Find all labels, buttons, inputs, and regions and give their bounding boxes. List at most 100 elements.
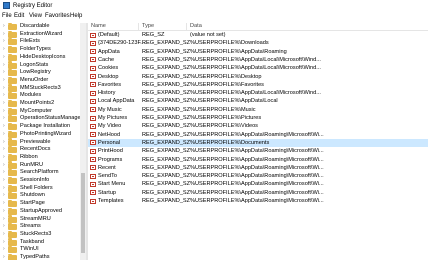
tree-item[interactable]: › Shell Folders [0, 184, 80, 193]
tree-item[interactable]: › Modules [0, 92, 80, 100]
tree-item[interactable]: › RecentDocs [0, 145, 80, 154]
tree-item[interactable]: › MMStuckRects3 [0, 84, 80, 93]
list-item[interactable]: Cookies REG_EXPAND_SZ %USERPROFILE%\AppDat… [88, 64, 434, 72]
list-item[interactable]: NetHood REG_EXPAND_SZ %USERPROFILE%\AppDat… [88, 131, 434, 139]
header-divider[interactable] [186, 23, 187, 30]
chevron-right-icon[interactable]: › [3, 69, 5, 75]
chevron-right-icon[interactable]: › [3, 123, 5, 129]
chevron-right-icon[interactable]: › [3, 192, 5, 198]
tree-item[interactable]: › MyComputer [0, 107, 80, 116]
chevron-right-icon[interactable]: › [3, 223, 5, 229]
header-type[interactable]: Type [142, 23, 154, 30]
chevron-right-icon[interactable]: › [3, 115, 5, 121]
list-item[interactable]: Programs REG_EXPAND_SZ %USERPROFILE%\AppDa… [88, 156, 434, 164]
tree-item[interactable]: › Previewable [0, 138, 80, 147]
list-item[interactable]: Recent REG_EXPAND_SZ %USERPROFILE%\AppData… [88, 164, 434, 172]
tree-item[interactable]: › Streams [0, 222, 80, 231]
list-item[interactable]: My Music REG_EXPAND_SZ %USERPROFILE%\Music [88, 106, 434, 114]
chevron-right-icon[interactable]: › [3, 85, 5, 91]
tree-item[interactable]: › TWinUI [0, 246, 80, 254]
tree-item[interactable]: › Ribbon [0, 153, 80, 162]
chevron-right-icon[interactable]: › [3, 46, 5, 52]
tree-item[interactable]: › TypedPaths [0, 253, 80, 260]
chevron-right-icon[interactable]: › [3, 54, 5, 60]
tree-item[interactable]: › StartupApproved [0, 207, 80, 216]
chevron-right-icon[interactable]: › [3, 62, 5, 68]
chevron-right-icon[interactable]: › [3, 154, 5, 160]
list-item[interactable]: Templates REG_EXPAND_SZ %USERPROFILE%\AppD… [88, 197, 434, 205]
registry-editor-icon [3, 2, 10, 9]
key-tree[interactable]: ›User Shell Folders›TypedPaths›TWinUI›Ta… [0, 23, 86, 260]
chevron-right-icon[interactable]: › [3, 131, 5, 137]
chevron-right-icon[interactable]: › [3, 139, 5, 145]
values-list[interactable]: Name Type Data (Default) REG_SZ (value not… [88, 23, 434, 260]
menu-help[interactable]: Help [70, 13, 82, 19]
list-item[interactable]: Local AppData REG_EXPAND_SZ %USERPROFILE%\… [88, 97, 434, 105]
list-item[interactable]: PrintHood REG_EXPAND_SZ %USERPROFILE%\AppD… [88, 147, 434, 155]
tree-item[interactable]: › MountPoints2 [0, 99, 80, 108]
chevron-right-icon[interactable]: › [3, 108, 5, 114]
tree-item[interactable]: › RunMRU [0, 161, 80, 170]
menu-favorites[interactable]: Favorites [45, 13, 70, 19]
list-item[interactable]: My Video REG_EXPAND_SZ %USERPROFILE%\Video… [88, 122, 434, 130]
tree-item[interactable]: › OperationStatusManager [0, 115, 83, 123]
tree-item[interactable]: › Taskband [0, 238, 80, 247]
chevron-right-icon[interactable]: › [3, 169, 5, 175]
header-divider[interactable] [138, 23, 139, 30]
tree-item[interactable]: › SearchPlatform [0, 169, 80, 177]
folder-icon [8, 169, 17, 177]
tree-item[interactable]: › HideDesktopIcons [0, 53, 80, 62]
tree-item[interactable]: › Shutdown [0, 192, 80, 200]
list-item[interactable]: Desktop REG_EXPAND_SZ %USERPROFILE%\Deskto… [88, 73, 434, 81]
chevron-right-icon[interactable]: › [3, 177, 5, 183]
chevron-right-icon[interactable]: › [3, 208, 5, 214]
tree-item[interactable]: › MenuOrder [0, 76, 80, 85]
tree-item[interactable]: › Package Installation [0, 122, 80, 131]
list-item[interactable]: Start Menu REG_EXPAND_SZ %USERPROFILE%\App… [88, 180, 434, 188]
list-item[interactable]: (Default) REG_SZ (value not set) [88, 31, 434, 39]
chevron-right-icon[interactable]: › [3, 216, 5, 222]
chevron-right-icon[interactable]: › [3, 162, 5, 168]
menu-view[interactable]: View [29, 13, 42, 19]
list-item[interactable]: History REG_EXPAND_SZ %USERPROFILE%\AppDat… [88, 89, 434, 97]
tree-item[interactable]: › StartPage [0, 199, 80, 208]
chevron-right-icon[interactable]: › [3, 38, 5, 44]
chevron-right-icon[interactable]: › [3, 146, 5, 152]
list-item[interactable]: {374DE290-123F... REG_EXPAND_SZ %USERPROFI… [88, 39, 434, 47]
tree-item[interactable]: › ExtractionWizard [0, 30, 80, 39]
tree-item[interactable]: › LowRegistry [0, 68, 80, 77]
list-item[interactable]: My Pictures REG_EXPAND_SZ %USERPROFILE%\Pi… [88, 114, 434, 122]
chevron-right-icon[interactable]: › [3, 77, 5, 83]
chevron-right-icon[interactable]: › [3, 31, 5, 37]
header-data[interactable]: Data [190, 23, 202, 30]
list-item[interactable]: Cache REG_EXPAND_SZ %USERPROFILE%\AppData\… [88, 56, 434, 64]
list-item[interactable]: Favorites REG_EXPAND_SZ %USERPROFILE%\Favo… [88, 81, 434, 89]
chevron-right-icon[interactable]: › [3, 254, 5, 260]
tree-item[interactable]: › LogonStats [0, 61, 80, 70]
chevron-right-icon[interactable]: › [3, 231, 5, 237]
chevron-right-icon[interactable]: › [3, 185, 5, 191]
list-item[interactable]: AppData REG_EXPAND_SZ %USERPROFILE%\AppDat… [88, 48, 434, 56]
tree-item[interactable]: › StuckRects3 [0, 230, 80, 239]
tree-item[interactable]: › Discardable [0, 23, 80, 31]
tree-item[interactable]: › FileExts [0, 38, 80, 46]
tree-item[interactable]: › PhotoPrintingWizard [0, 130, 80, 139]
tree-item[interactable]: › StreamMRU [0, 215, 80, 224]
folder-icon [8, 192, 17, 200]
tree-item[interactable]: › SessionInfo [0, 176, 80, 185]
chevron-right-icon[interactable]: › [3, 239, 5, 245]
string-value-icon [90, 107, 96, 113]
menu-file[interactable]: File [2, 13, 12, 19]
chevron-right-icon[interactable]: › [3, 23, 5, 29]
menu-edit[interactable]: Edit [14, 13, 24, 19]
list-item[interactable]: Startup REG_EXPAND_SZ %USERPROFILE%\AppDat… [88, 189, 434, 197]
header-name[interactable]: Name [91, 23, 106, 30]
tree-item[interactable]: › FolderTypes [0, 45, 80, 54]
list-item[interactable]: SendTo REG_EXPAND_SZ %USERPROFILE%\AppData… [88, 172, 434, 180]
list-item[interactable]: Personal REG_EXPAND_SZ %USERPROFILE%\Docum… [88, 138, 434, 148]
chevron-right-icon[interactable]: › [3, 100, 5, 106]
chevron-right-icon[interactable]: › [3, 92, 5, 98]
chevron-right-icon[interactable]: › [3, 246, 5, 252]
tree-scrollbar-thumb[interactable] [81, 173, 85, 253]
chevron-right-icon[interactable]: › [3, 200, 5, 206]
